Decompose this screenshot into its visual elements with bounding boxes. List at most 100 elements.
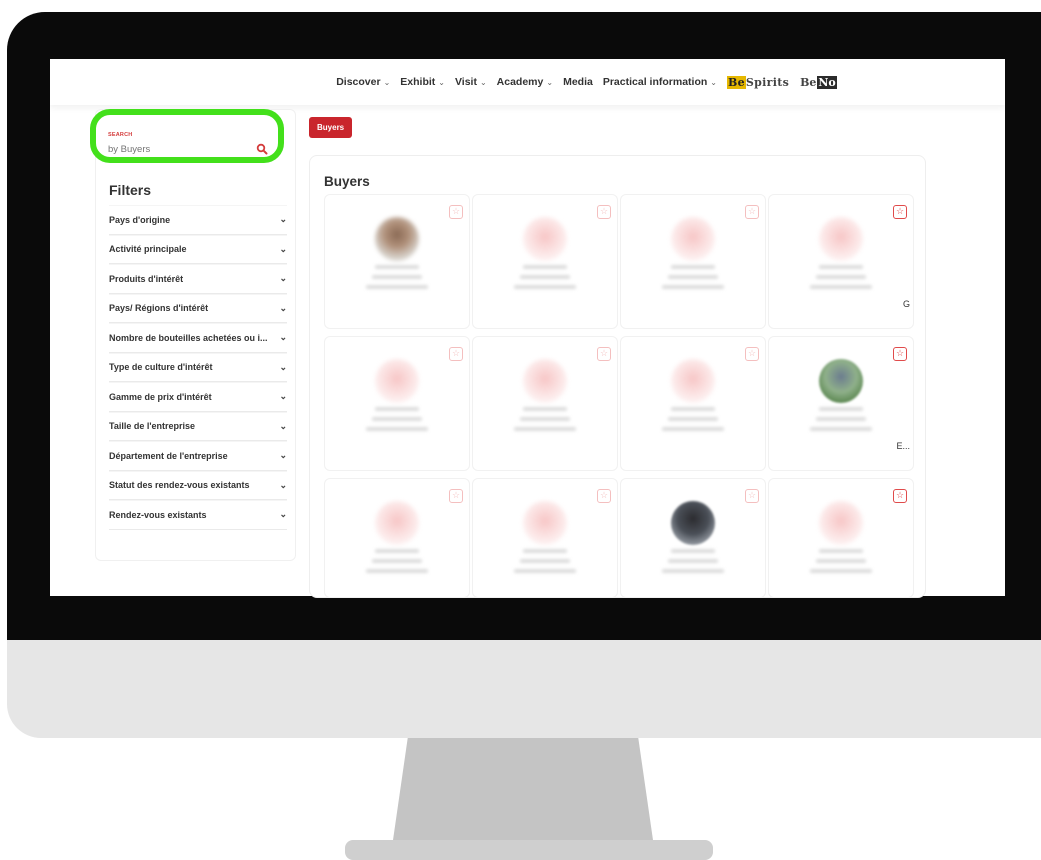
favorite-star-icon[interactable]: ☆: [745, 347, 759, 361]
nav-media[interactable]: Media: [563, 76, 593, 88]
buyer-info-blurred: [671, 265, 715, 269]
filter-item[interactable]: Rendez-vous existants ⌄: [109, 500, 287, 530]
buyer-info-blurred: [816, 559, 866, 563]
chevron-down-icon: ⌄: [438, 77, 445, 87]
favorite-star-icon[interactable]: ☆: [449, 489, 463, 503]
search-icon[interactable]: [256, 143, 268, 155]
buyer-card[interactable]: ☆: [472, 194, 618, 329]
bespirits-logo[interactable]: BeSpirits: [727, 75, 789, 89]
avatar: [375, 359, 419, 403]
filter-item[interactable]: Produits d'intérêt ⌄: [109, 264, 287, 294]
buyer-card[interactable]: ☆ G: [768, 194, 914, 329]
buyer-info-blurred: [810, 569, 872, 573]
avatar: [819, 501, 863, 545]
buyer-card[interactable]: ☆: [324, 336, 470, 471]
favorite-star-icon[interactable]: ☆: [893, 489, 907, 503]
favorite-star-icon[interactable]: ☆: [597, 489, 611, 503]
filter-item[interactable]: Statut des rendez-vous existants ⌄: [109, 470, 287, 500]
avatar: [819, 359, 863, 403]
chevron-down-icon: ⌄: [279, 479, 287, 490]
nav-academy[interactable]: Academy ⌄: [497, 76, 553, 88]
nav-exhibit[interactable]: Exhibit ⌄: [400, 76, 445, 88]
avatar: [523, 217, 567, 261]
filter-item[interactable]: Pays d'origine ⌄: [109, 205, 287, 235]
beno-logo[interactable]: Be No: [799, 75, 837, 89]
chevron-down-icon: ⌄: [279, 450, 287, 461]
filter-item-label: Pays/ Régions d'intérêt: [109, 303, 209, 314]
filter-item-label: Produits d'intérêt: [109, 273, 184, 284]
filter-item-label: Taille de l'entreprise: [109, 421, 196, 432]
filter-item[interactable]: Activité principale ⌄: [109, 234, 287, 264]
buyer-info-blurred: [514, 285, 576, 289]
nav-visit[interactable]: Visit ⌄: [455, 76, 487, 88]
favorite-star-icon[interactable]: ☆: [597, 205, 611, 219]
avatar: [671, 217, 715, 261]
filter-item[interactable]: Nombre de bouteilles achetées ou i... ⌄: [109, 323, 287, 353]
monitor-stand: [392, 738, 654, 847]
buyer-card[interactable]: ☆: [768, 478, 914, 598]
favorite-star-icon[interactable]: ☆: [893, 347, 907, 361]
buyers-tab-badge[interactable]: Buyers: [309, 117, 353, 138]
chevron-down-icon: ⌄: [383, 77, 391, 87]
buyer-info-blurred: [668, 559, 718, 563]
panel-title: Buyers: [324, 174, 370, 189]
buyer-info-blurred: [810, 285, 872, 289]
favorite-star-icon[interactable]: ☆: [449, 205, 463, 219]
filter-item[interactable]: Taille de l'entreprise ⌄: [109, 411, 287, 441]
buyer-text-trailing: E...: [896, 441, 910, 451]
avatar: [523, 501, 567, 545]
chevron-down-icon: ⌄: [279, 243, 287, 254]
filter-item[interactable]: Gamme de prix d'intérêt ⌄: [109, 382, 287, 412]
filter-item-label: Statut des rendez-vous existants: [109, 480, 250, 491]
filter-item[interactable]: Département de l'entreprise ⌄: [109, 441, 287, 471]
buyer-info-blurred: [819, 549, 863, 553]
favorite-star-icon[interactable]: ☆: [745, 489, 759, 503]
nav-practical-information[interactable]: Practical information ⌄: [603, 76, 717, 88]
buyer-info-blurred: [366, 285, 428, 289]
chevron-down-icon: ⌄: [279, 302, 287, 313]
buyer-info-blurred: [671, 407, 715, 411]
avatar: [819, 217, 863, 261]
buyer-info-blurred: [520, 275, 570, 279]
buyer-info-blurred: [671, 549, 715, 553]
buyer-card[interactable]: ☆: [620, 336, 766, 471]
buyer-card[interactable]: ☆: [472, 336, 618, 471]
top-navigation: Discover ⌄ Exhibit ⌄ Visit ⌄ Academy ⌄ Media…: [50, 59, 1005, 105]
buyer-info-blurred: [523, 265, 567, 269]
avatar: [671, 359, 715, 403]
buyer-info-blurred: [523, 407, 567, 411]
monitor-foot: [345, 840, 713, 860]
favorite-star-icon[interactable]: ☆: [449, 347, 463, 361]
chevron-down-icon: ⌄: [546, 77, 554, 87]
avatar: [375, 501, 419, 545]
chevron-down-icon: ⌄: [479, 77, 487, 87]
chevron-down-icon: ⌄: [279, 509, 287, 520]
chevron-down-icon: ⌄: [279, 361, 287, 372]
buyer-card[interactable]: ☆ E...: [768, 336, 914, 471]
buyer-info-blurred: [662, 569, 724, 573]
buyer-card[interactable]: ☆: [324, 194, 470, 329]
buyer-card[interactable]: ☆: [620, 478, 766, 598]
avatar: [523, 359, 567, 403]
search-input[interactable]: [108, 142, 228, 156]
buyer-info-blurred: [816, 275, 866, 279]
favorite-star-icon[interactable]: ☆: [745, 205, 759, 219]
nav-discover[interactable]: Discover ⌄: [336, 76, 390, 88]
buyer-text-trailing: G: [902, 299, 910, 309]
filter-item-label: Nombre de bouteilles achetées ou i...: [109, 332, 268, 343]
favorite-star-icon[interactable]: ☆: [893, 205, 907, 219]
buyer-card[interactable]: ☆: [472, 478, 618, 598]
filter-item[interactable]: Type de culture d'intérêt ⌄: [109, 352, 287, 382]
buyer-info-blurred: [668, 417, 718, 421]
buyer-card[interactable]: ☆: [620, 194, 766, 329]
buyer-info-blurred: [375, 407, 419, 411]
favorite-star-icon[interactable]: ☆: [597, 347, 611, 361]
filter-item-label: Pays d'origine: [109, 214, 171, 225]
buyer-card[interactable]: ☆: [324, 478, 470, 598]
chevron-down-icon: ⌄: [279, 273, 287, 284]
buyer-info-blurred: [514, 427, 576, 431]
filter-item-label: Gamme de prix d'intérêt: [109, 391, 212, 402]
buyer-info-blurred: [520, 559, 570, 563]
buyer-info-blurred: [520, 417, 570, 421]
filter-item[interactable]: Pays/ Régions d'intérêt ⌄: [109, 293, 287, 323]
